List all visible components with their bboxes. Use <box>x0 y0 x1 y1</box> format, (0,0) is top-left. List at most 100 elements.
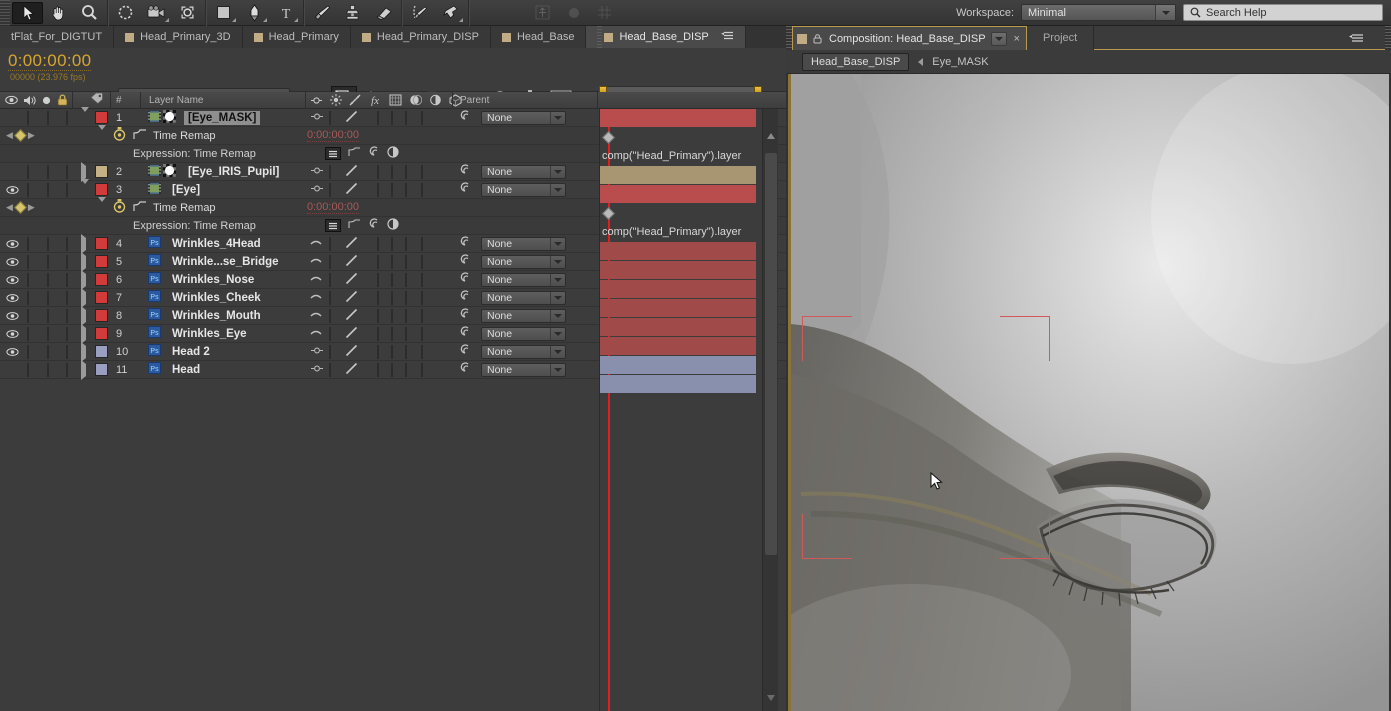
layer-expand-arrow[interactable] <box>81 161 86 182</box>
expression-graph-icon[interactable] <box>348 219 361 232</box>
close-icon[interactable]: × <box>1014 33 1020 45</box>
breadcrumb-back-icon[interactable] <box>918 57 924 66</box>
expression-text[interactable]: comp("Head_Primary").layer <box>602 226 741 238</box>
layer-quality-switch[interactable] <box>345 182 358 198</box>
layer-visibility-toggle[interactable] <box>5 275 19 285</box>
layer-lock-toggle[interactable] <box>66 326 68 341</box>
tab-dropdown-icon[interactable] <box>990 31 1007 46</box>
layer-parent-select[interactable]: None <box>481 254 566 269</box>
timeline-vertical-scrollbar[interactable] <box>762 109 778 711</box>
layer-name[interactable]: Wrinkles_Eye <box>168 327 251 341</box>
scroll-up-icon[interactable] <box>767 133 775 139</box>
layer-parent-select[interactable]: None <box>481 362 566 377</box>
layer-frame-blend-switch[interactable] <box>391 254 393 269</box>
layer-frame-blend-switch[interactable] <box>391 308 393 323</box>
layer-adjustment-switch[interactable] <box>421 254 423 269</box>
layer-collapse-switch[interactable] <box>329 362 331 377</box>
layer-quality-switch[interactable] <box>345 362 358 378</box>
layer-collapse-switch[interactable] <box>329 254 331 269</box>
layer-lock-toggle[interactable] <box>66 110 68 125</box>
layer-audio-toggle[interactable] <box>27 290 29 305</box>
layer-duration-bar[interactable] <box>600 375 756 393</box>
layer-collapse-switch[interactable] <box>329 290 331 305</box>
layer-frame-blend-switch[interactable] <box>391 344 393 359</box>
tab-project[interactable]: Project <box>1026 26 1095 50</box>
property-name[interactable]: Time Remap <box>153 130 216 142</box>
layer-quality-switch[interactable] <box>345 308 358 324</box>
layer-fx-switch[interactable] <box>377 362 379 377</box>
layer-motion-blur-switch[interactable] <box>405 110 407 125</box>
parent-pickwhip-icon[interactable] <box>459 110 471 125</box>
layer-audio-toggle[interactable] <box>27 164 29 179</box>
layer-adjustment-switch[interactable] <box>421 344 423 359</box>
property-expand-arrow[interactable] <box>98 124 106 142</box>
pan-behind-tool[interactable] <box>172 2 203 24</box>
roto-brush-tool[interactable] <box>404 2 435 24</box>
clone-stamp-tool[interactable] <box>337 2 368 24</box>
layer-shy-switch[interactable] <box>310 238 322 250</box>
layer-label-color[interactable] <box>95 111 108 124</box>
parent-pickwhip-icon[interactable] <box>459 182 471 197</box>
tab-menu-icon[interactable] <box>720 31 734 43</box>
layer-motion-blur-switch[interactable] <box>405 326 407 341</box>
layer-label-color[interactable] <box>95 327 108 340</box>
layer-expand-arrow[interactable] <box>81 287 86 308</box>
layer-label-color[interactable] <box>95 165 108 178</box>
layer-shy-switch[interactable] <box>310 328 322 340</box>
layer-solo-toggle[interactable] <box>47 362 49 377</box>
layer-duration-bar[interactable] <box>600 356 756 374</box>
composition-viewport[interactable] <box>788 74 1389 711</box>
layer-shy-switch[interactable] <box>310 112 324 124</box>
layer-motion-blur-switch[interactable] <box>405 290 407 305</box>
stopwatch-icon[interactable] <box>113 199 126 216</box>
layer-audio-toggle[interactable] <box>27 110 29 125</box>
layer-shy-switch[interactable] <box>310 166 324 178</box>
layer-shy-switch[interactable] <box>310 364 324 376</box>
expression-text[interactable]: comp("Head_Primary").layer <box>602 150 741 162</box>
layer-adjustment-switch[interactable] <box>421 182 423 197</box>
layer-lock-toggle[interactable] <box>66 236 68 251</box>
layer-lock-toggle[interactable] <box>66 344 68 359</box>
panel-menu-icon[interactable] <box>1349 31 1363 49</box>
current-timecode[interactable]: 0:00:00:00 <box>8 51 92 71</box>
panel-right-grip[interactable] <box>1385 26 1391 50</box>
rotation-tool[interactable] <box>110 2 141 24</box>
parent-pickwhip-icon[interactable] <box>459 164 471 179</box>
layer-visibility-toggle[interactable] <box>5 347 19 357</box>
layer-audio-toggle[interactable] <box>27 362 29 377</box>
layer-expand-arrow[interactable] <box>81 106 89 124</box>
expression-language-menu-icon[interactable] <box>387 218 399 233</box>
layer-duration-bar[interactable] <box>600 318 756 336</box>
layer-solo-toggle[interactable] <box>47 110 49 125</box>
scroll-down-icon[interactable] <box>767 695 775 701</box>
layer-name[interactable]: Head <box>168 363 204 377</box>
layer-adjustment-switch[interactable] <box>421 362 423 377</box>
comp-tab-5[interactable]: Head_Base_DISP <box>586 26 746 48</box>
layer-shy-switch[interactable] <box>310 310 322 322</box>
layer-motion-blur-switch[interactable] <box>405 236 407 251</box>
layer-frame-blend-switch[interactable] <box>391 362 393 377</box>
layer-parent-select[interactable]: None <box>481 164 566 179</box>
layer-duration-bar[interactable] <box>600 166 756 184</box>
layer-expand-arrow[interactable] <box>81 323 86 344</box>
anchor-align-icon[interactable] <box>527 2 558 24</box>
layer-duration-bar[interactable] <box>600 242 756 260</box>
scrollbar-thumb[interactable] <box>765 153 777 555</box>
camera-tool[interactable] <box>141 2 172 24</box>
layer-fx-switch[interactable] <box>377 164 379 179</box>
parent-pickwhip-icon[interactable] <box>459 272 471 287</box>
layer-fx-switch[interactable] <box>377 326 379 341</box>
layer-fx-switch[interactable] <box>377 272 379 287</box>
layer-expand-arrow[interactable] <box>81 178 89 196</box>
layer-duration-bar[interactable] <box>600 280 756 298</box>
layer-label-color[interactable] <box>95 291 108 304</box>
layer-parent-select[interactable]: None <box>481 326 566 341</box>
layer-quality-switch[interactable] <box>345 236 358 252</box>
layer-adjustment-switch[interactable] <box>421 236 423 251</box>
layer-audio-toggle[interactable] <box>27 344 29 359</box>
layer-quality-switch[interactable] <box>345 344 358 360</box>
layer-solo-toggle[interactable] <box>47 344 49 359</box>
layer-frame-blend-switch[interactable] <box>391 236 393 251</box>
layer-solo-toggle[interactable] <box>47 272 49 287</box>
layer-collapse-switch[interactable] <box>329 110 331 125</box>
